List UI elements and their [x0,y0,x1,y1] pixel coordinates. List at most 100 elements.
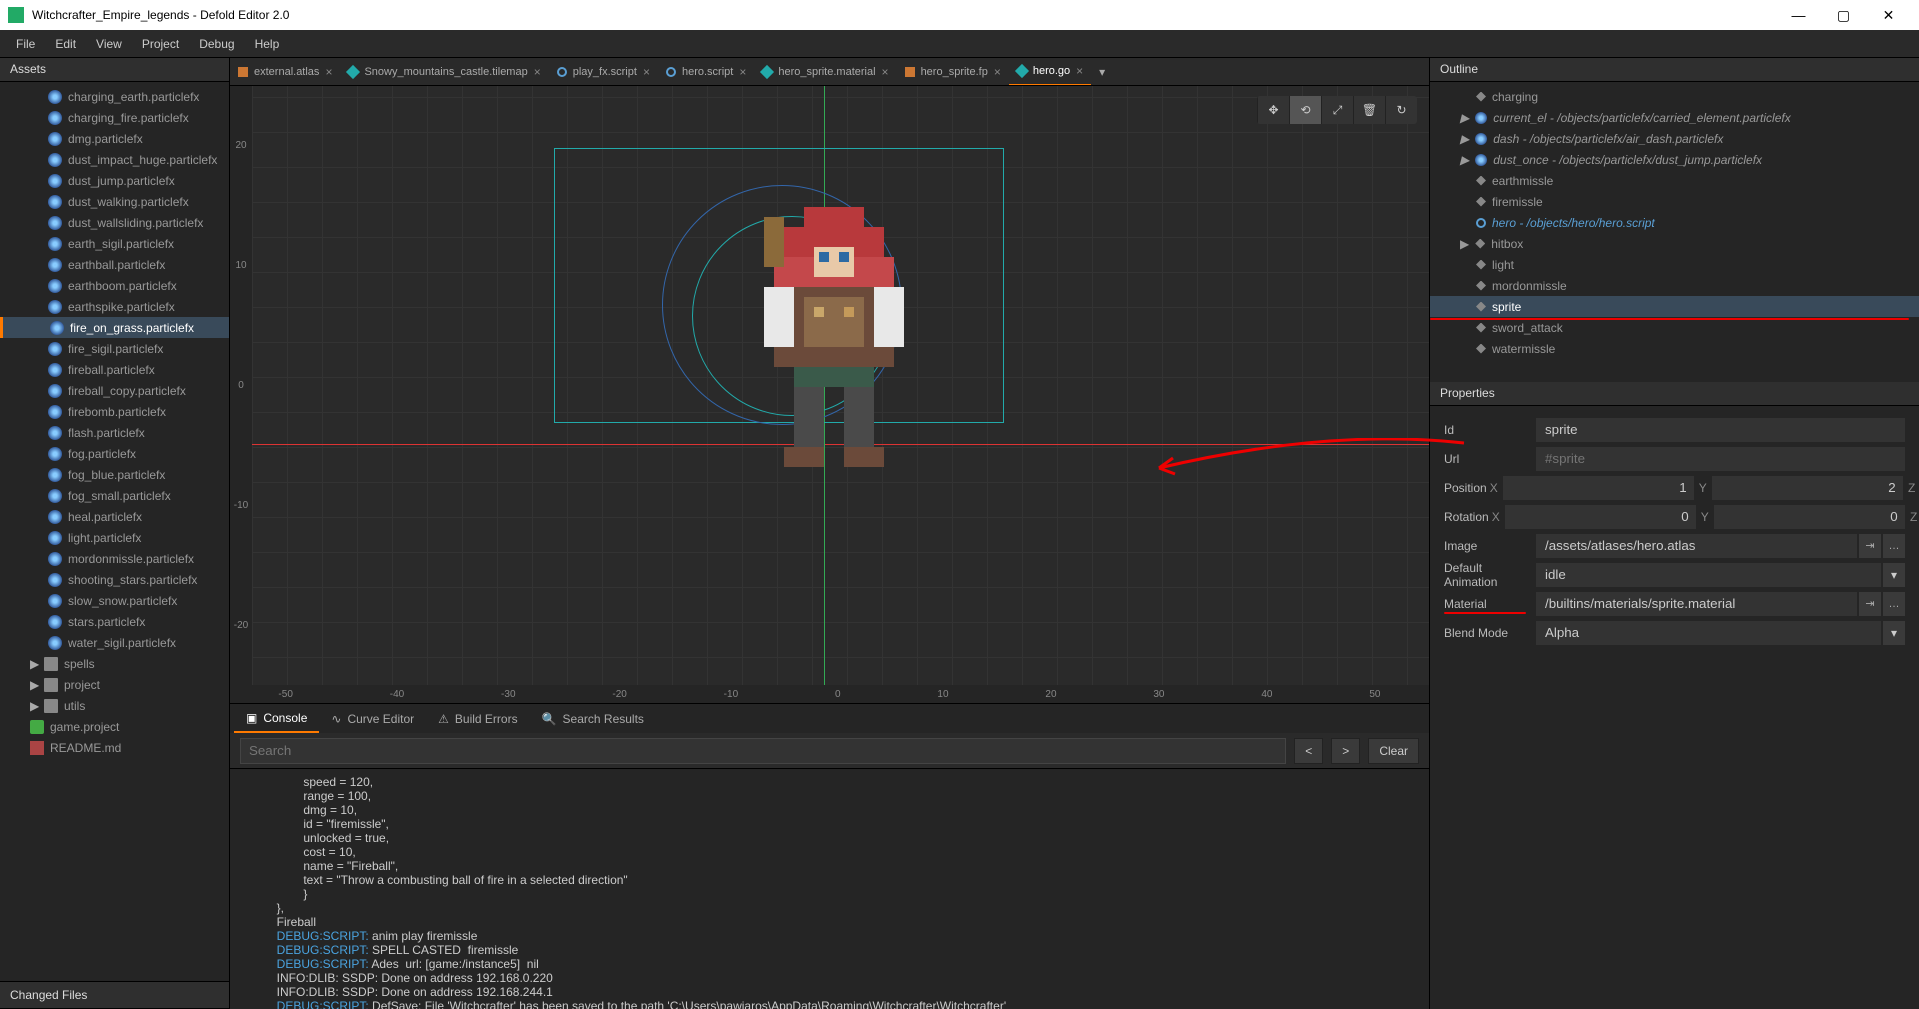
console-tab[interactable]: 🔍Search Results [530,706,656,732]
asset-item[interactable]: firebomb.particlefx [0,401,229,422]
asset-item[interactable]: fire_on_grass.particlefx [0,317,229,338]
close-icon[interactable]: × [739,65,746,79]
asset-item[interactable]: fireball.particlefx [0,359,229,380]
expander-icon[interactable]: ▶ [30,699,40,713]
asset-item[interactable]: stars.particlefx [0,611,229,632]
expander-icon[interactable]: ▶ [30,657,40,671]
console-tab[interactable]: ▣Console [234,705,319,733]
asset-tree[interactable]: charging_earth.particlefxcharging_fire.p… [0,82,229,981]
asset-item[interactable]: fire_sigil.particlefx [0,338,229,359]
scale-tool-button[interactable]: ⤢ [1321,96,1353,124]
asset-item[interactable]: light.particlefx [0,527,229,548]
hero-sprite[interactable] [734,197,934,477]
editor-tab[interactable]: hero.go× [1009,58,1091,86]
close-window-button[interactable]: ✕ [1866,0,1911,30]
close-icon[interactable]: × [534,65,541,79]
menu-help[interactable]: Help [245,33,290,55]
asset-item[interactable]: charging_fire.particlefx [0,107,229,128]
asset-item[interactable]: dust_impact_huge.particlefx [0,149,229,170]
editor-tab[interactable]: play_fx.script× [549,58,658,86]
console-tab[interactable]: ⚠Build Errors [426,706,529,732]
asset-item[interactable]: fog.particlefx [0,443,229,464]
scene-viewport[interactable]: 20100-10-20 -50-40-30-20-1001020304050 ✥… [230,86,1429,703]
outline-item[interactable]: watermissle [1430,338,1919,359]
prop-image-browse-button[interactable]: … [1883,534,1905,558]
asset-item[interactable]: dmg.particlefx [0,128,229,149]
outline-item[interactable]: sprite [1430,296,1919,317]
minimize-button[interactable]: — [1776,0,1821,30]
prop-material-goto-button[interactable]: ⇥ [1859,592,1881,616]
asset-item[interactable]: ▶project [0,674,229,695]
outline-item[interactable]: ▶dash - /objects/particlefx/air_dash.par… [1430,128,1919,149]
asset-item[interactable]: flash.particlefx [0,422,229,443]
asset-item[interactable]: fireball_copy.particlefx [0,380,229,401]
asset-item[interactable]: earthboom.particlefx [0,275,229,296]
asset-item[interactable]: water_sigil.particlefx [0,632,229,653]
close-icon[interactable]: × [325,65,332,79]
outline-item[interactable]: ▶hitbox [1430,233,1919,254]
prop-id-input[interactable] [1536,418,1905,442]
editor-tab[interactable]: external.atlas× [230,58,340,86]
search-next-button[interactable]: > [1331,738,1360,764]
editor-tab[interactable]: hero_sprite.material× [754,58,896,86]
close-icon[interactable]: × [994,65,1001,79]
asset-item[interactable]: earth_sigil.particlefx [0,233,229,254]
menu-debug[interactable]: Debug [189,33,244,55]
close-icon[interactable]: × [882,65,889,79]
menu-file[interactable]: File [6,33,45,55]
rot-y-input[interactable] [1714,505,1905,529]
asset-item[interactable]: dust_walking.particlefx [0,191,229,212]
expander-icon[interactable]: ▶ [30,678,40,692]
rot-x-input[interactable] [1505,505,1696,529]
asset-item[interactable]: heal.particlefx [0,506,229,527]
prop-anim-input[interactable] [1536,563,1881,587]
prop-url-input[interactable] [1536,447,1905,471]
asset-item[interactable]: dust_wallsliding.particlefx [0,212,229,233]
expander-icon[interactable]: ▶ [1460,153,1469,167]
menu-view[interactable]: View [86,33,132,55]
asset-item[interactable]: earthball.particlefx [0,254,229,275]
console-output[interactable]: speed = 120, range = 100, dmg = 10, id =… [230,769,1429,1009]
outline-item[interactable]: hero - /objects/hero/hero.script [1430,212,1919,233]
outline-item[interactable]: ▶dust_once - /objects/particlefx/dust_ju… [1430,149,1919,170]
prop-image-input[interactable] [1536,534,1857,558]
editor-tab[interactable]: hero.script× [658,58,754,86]
outline-item[interactable]: mordonmissle [1430,275,1919,296]
prop-image-goto-button[interactable]: ⇥ [1859,534,1881,558]
prop-blend-dropdown-button[interactable]: ▾ [1883,621,1905,645]
search-clear-button[interactable]: Clear [1368,738,1419,764]
outline-item[interactable]: light [1430,254,1919,275]
prop-anim-dropdown-button[interactable]: ▾ [1883,563,1905,587]
editor-tab[interactable]: Snowy_mountains_castle.tilemap× [340,58,548,86]
expander-icon[interactable]: ▶ [1460,132,1469,146]
outline-item[interactable]: charging [1430,86,1919,107]
menu-edit[interactable]: Edit [45,33,86,55]
pos-y-input[interactable] [1712,476,1903,500]
editor-tab[interactable]: hero_sprite.fp× [897,58,1009,86]
asset-item[interactable]: mordonmissle.particlefx [0,548,229,569]
move-tool-button[interactable]: ✥ [1257,96,1289,124]
outline-item[interactable]: earthmissle [1430,170,1919,191]
close-icon[interactable]: × [1076,64,1083,78]
expander-icon[interactable]: ▶ [1460,237,1469,251]
pos-x-input[interactable] [1503,476,1694,500]
menu-project[interactable]: Project [132,33,189,55]
rotate-tool-button[interactable]: ⟲ [1289,96,1321,124]
asset-item[interactable]: README.md [0,737,229,758]
asset-item[interactable]: charging_earth.particlefx [0,86,229,107]
outline-item[interactable]: ▶current_el - /objects/particlefx/carrie… [1430,107,1919,128]
asset-item[interactable]: shooting_stars.particlefx [0,569,229,590]
search-prev-button[interactable]: < [1294,738,1323,764]
maximize-button[interactable]: ▢ [1821,0,1866,30]
outline-item[interactable]: firemissle [1430,191,1919,212]
asset-item[interactable]: game.project [0,716,229,737]
asset-item[interactable]: fog_blue.particlefx [0,464,229,485]
prop-material-input[interactable] [1536,592,1857,616]
asset-item[interactable]: earthspike.particlefx [0,296,229,317]
refresh-button[interactable]: ↻ [1385,96,1417,124]
tab-overflow-button[interactable]: ▾ [1091,65,1113,79]
console-search-input[interactable] [240,738,1286,764]
asset-item[interactable]: ▶utils [0,695,229,716]
expander-icon[interactable]: ▶ [1460,111,1469,125]
console-tab[interactable]: ∿Curve Editor [319,706,426,732]
